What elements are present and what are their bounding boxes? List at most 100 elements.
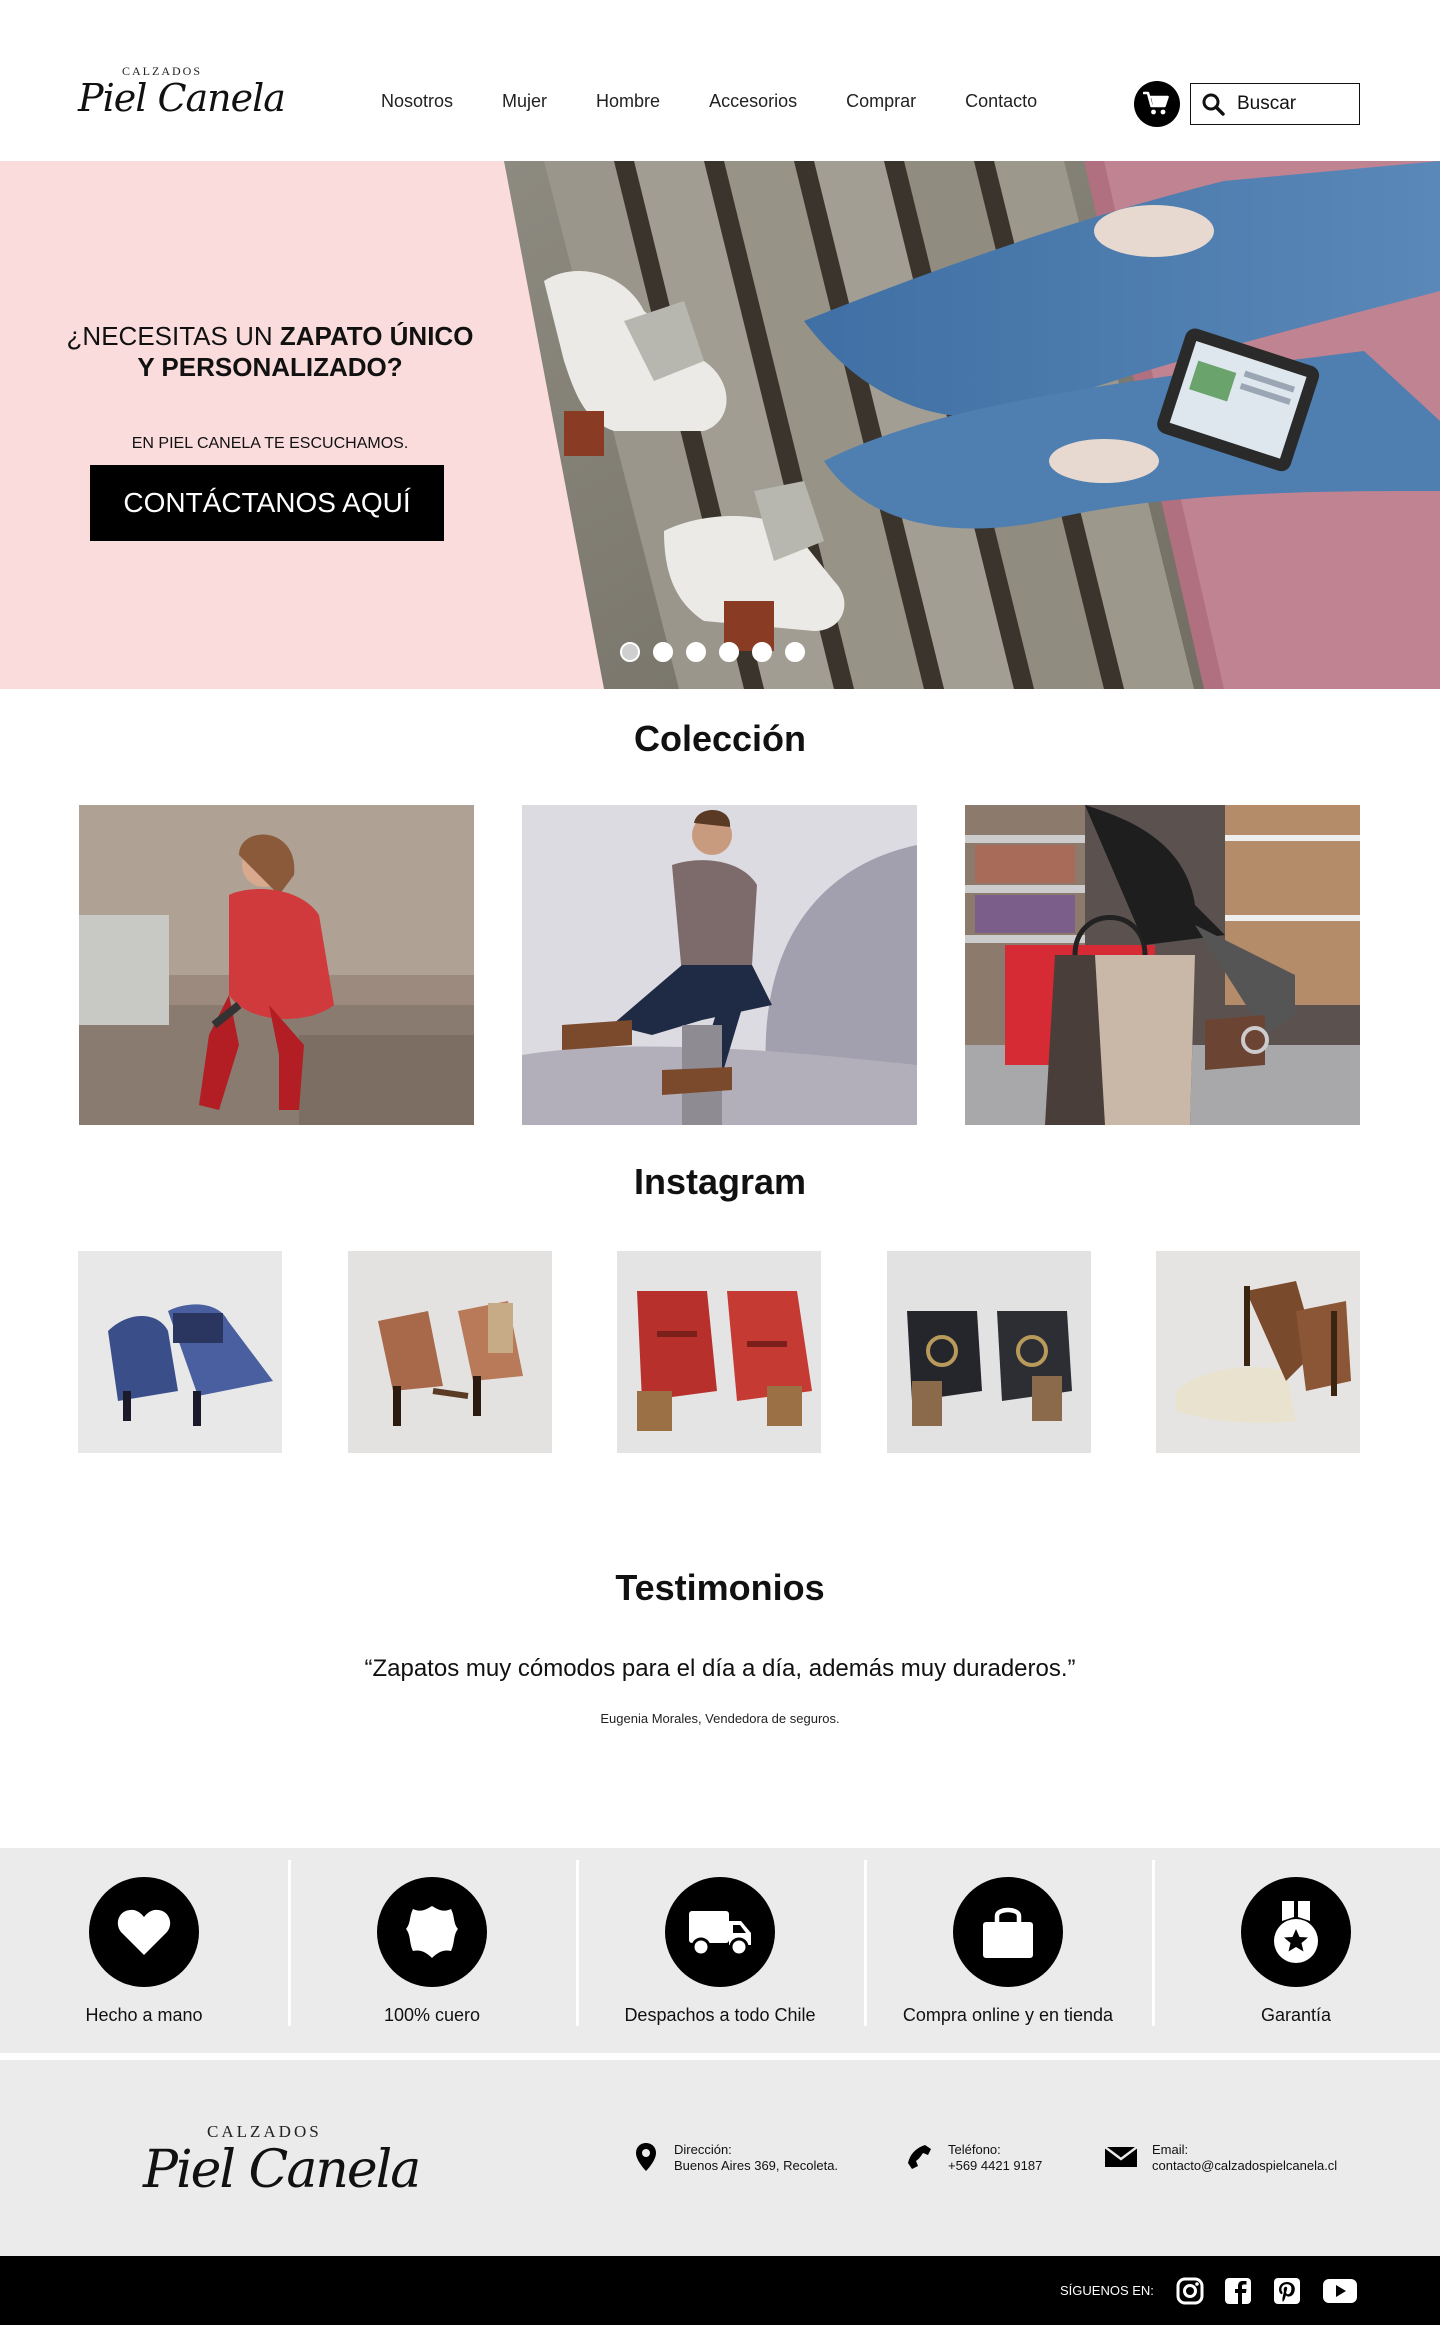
contact-cta-button[interactable]: CONTÁCTANOS AQUÍ [90, 465, 444, 541]
collection-item-women[interactable] [79, 805, 474, 1125]
footer: CALZADOS Piel Canela Dirección: Buenos A… [0, 2060, 1440, 2256]
address-label: Dirección: [674, 2142, 732, 2157]
instagram-post-2[interactable] [348, 1251, 552, 1453]
carousel-dot-5[interactable] [752, 642, 772, 662]
feature-divider-4 [1152, 1860, 1155, 2026]
footer-email: Email: contacto@calzadospielcanela.cl [1104, 2142, 1337, 2174]
carousel-dot-3[interactable] [686, 642, 706, 662]
carousel-dot-6[interactable] [785, 642, 805, 662]
carousel-dots [620, 642, 818, 662]
hero-subtitle: EN PIEL CANELA TE ESCUCHAMOS. [131, 435, 409, 452]
feature-divider-1 [288, 1860, 291, 2026]
carousel-dot-2[interactable] [653, 642, 673, 662]
truck-icon [689, 1911, 751, 1957]
feature-divider-3 [864, 1860, 867, 2026]
feature-circle-warranty [1241, 1877, 1351, 1987]
location-pin-icon [636, 2143, 656, 2171]
nav-nosotros[interactable]: Nosotros [381, 91, 453, 112]
footer-logo-script-text: Piel Canela [143, 2140, 421, 2200]
feature-circle-leather [377, 1877, 487, 1987]
heart-icon [117, 1909, 171, 1955]
nav-mujer[interactable]: Mujer [502, 91, 547, 112]
search-icon[interactable] [1201, 92, 1225, 116]
youtube-icon [1323, 2279, 1357, 2303]
footer-logo-small-text: CALZADOS [207, 2122, 322, 2141]
search-box[interactable] [1190, 83, 1360, 125]
feature-circle-shopping [953, 1877, 1063, 1987]
envelope-icon [1104, 2146, 1138, 2167]
medal-icon [1274, 1901, 1318, 1963]
facebook-link[interactable] [1222, 2276, 1254, 2306]
logo-script-text: Piel Canela [78, 76, 286, 120]
footer-address: Dirección: Buenos Aires 369, Recoleta. [632, 2142, 838, 2174]
instagram-photo-3 [617, 1251, 821, 1453]
testimonial-author: Eugenia Morales, Vendedora de seguros. [600, 1711, 840, 1726]
feature-divider-2 [576, 1860, 579, 2026]
collection-photo-accessories [965, 805, 1360, 1125]
testimonial-quote: “Zapatos muy cómodos para el día a día, … [364, 1655, 1076, 1682]
leather-icon [406, 1906, 458, 1958]
email-label: Email: [1152, 2142, 1189, 2157]
shopping-bag-icon [983, 1907, 1033, 1958]
instagram-photo-5 [1156, 1251, 1360, 1453]
feature-warranty: Garantía [1152, 1848, 1440, 2053]
feature-label-shopping: Compra online y en tienda [902, 2005, 1114, 2025]
feature-label-warranty: Garantía [1260, 2005, 1332, 2025]
main-nav: Nosotros Mujer Hombre Accesorios Comprar… [381, 91, 1037, 112]
feature-shipping: Despachos a todo Chile [576, 1848, 864, 2053]
hero-photo [504, 161, 1440, 689]
instagram-link[interactable] [1174, 2276, 1206, 2306]
pinterest-icon [1274, 2278, 1300, 2304]
feature-label-shipping: Despachos a todo Chile [624, 2005, 816, 2025]
nav-accesorios[interactable]: Accesorios [709, 91, 797, 112]
collection-item-men[interactable] [522, 805, 917, 1125]
instagram-post-3[interactable] [617, 1251, 821, 1453]
feature-handmade: Hecho a mano [0, 1848, 288, 2053]
pinterest-link[interactable] [1271, 2276, 1303, 2306]
instagram-post-5[interactable] [1156, 1251, 1360, 1453]
cart-button[interactable] [1134, 81, 1180, 127]
collection-title: Colección [633, 718, 807, 759]
cart-icon [1143, 91, 1169, 115]
feature-shopping: Compra online y en tienda [864, 1848, 1152, 2053]
instagram-photo-4 [887, 1251, 1091, 1453]
nav-contacto[interactable]: Contacto [965, 91, 1037, 112]
hero-title-bold-1: ZAPATO ÚNICO [279, 321, 474, 351]
instagram-icon [1176, 2277, 1204, 2305]
phone-label: Teléfono: [948, 2142, 1001, 2157]
instagram-title: Instagram [633, 1161, 807, 1202]
footer-phone: Teléfono: +569 4421 9187 [906, 2142, 1042, 2174]
address-value: Buenos Aires 369, Recoleta. [674, 2158, 839, 2173]
feature-leather: 100% cuero [288, 1848, 576, 2053]
carousel-dot-1[interactable] [620, 642, 640, 662]
phone-value[interactable]: +569 4421 9187 [948, 2158, 1042, 2174]
instagram-post-4[interactable] [887, 1251, 1091, 1453]
testimonials-title: Testimonios [615, 1567, 825, 1608]
features-bar: Hecho a mano 100% cuero Despachos a todo… [0, 1848, 1440, 2053]
email-value[interactable]: contacto@calzadospielcanela.cl [1152, 2158, 1337, 2174]
site-header: CALZADOS Piel Canela Nosotros Mujer Homb… [0, 0, 1440, 161]
collection-item-accessories[interactable] [965, 805, 1360, 1125]
phone-icon [908, 2145, 931, 2169]
feature-label-handmade: Hecho a mano [85, 2005, 203, 2025]
hero-banner: ¿NECESITAS UN ZAPATO ÚNICO Y PERSONALIZA… [0, 161, 1440, 689]
instagram-post-1[interactable] [78, 1251, 282, 1453]
feature-label-leather: 100% cuero [383, 2005, 481, 2025]
instagram-photo-2 [348, 1251, 552, 1453]
collection-photo-women [79, 805, 474, 1125]
instagram-photo-1 [78, 1251, 282, 1453]
hero-title-bold-2: Y PERSONALIZADO? [137, 352, 403, 382]
search-input[interactable] [1237, 93, 1357, 115]
hero-title: ¿NECESITAS UN ZAPATO ÚNICO Y PERSONALIZA… [40, 321, 500, 383]
logo[interactable]: CALZADOS Piel Canela [78, 64, 286, 126]
youtube-link[interactable] [1320, 2276, 1360, 2306]
nav-hombre[interactable]: Hombre [596, 91, 660, 112]
social-label: SÍGUENOS EN: [1060, 2283, 1154, 2298]
carousel-dot-4[interactable] [719, 642, 739, 662]
facebook-icon [1225, 2278, 1251, 2304]
social-bar: SÍGUENOS EN: [0, 2256, 1440, 2325]
collection-photo-men [522, 805, 917, 1125]
hero-title-normal: ¿NECESITAS UN [66, 321, 280, 351]
nav-comprar[interactable]: Comprar [846, 91, 916, 112]
footer-logo[interactable]: CALZADOS Piel Canela [143, 2122, 421, 2212]
